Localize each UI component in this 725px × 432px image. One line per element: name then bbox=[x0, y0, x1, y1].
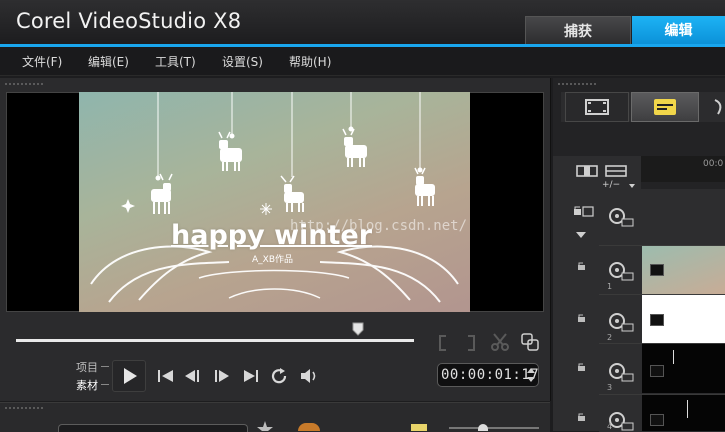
mark-out-icon[interactable] bbox=[464, 334, 480, 352]
ruler-label: 00:0 bbox=[703, 159, 724, 169]
track-number-1: 1 bbox=[607, 282, 613, 291]
star-icon[interactable] bbox=[256, 420, 274, 431]
repeat-icon[interactable] bbox=[269, 366, 291, 386]
mark-in-icon[interactable] bbox=[436, 334, 452, 352]
clip-3-thumb-icon bbox=[650, 365, 664, 377]
effect-tab-icon[interactable] bbox=[712, 98, 725, 116]
menu-edit[interactable]: 编辑(E) bbox=[88, 53, 129, 70]
app-title: Corel VideoStudio X8 bbox=[16, 9, 241, 33]
track-2-lock-icon[interactable] bbox=[577, 313, 587, 323]
video-track-icon[interactable] bbox=[607, 206, 635, 228]
mode-project[interactable]: 项目 bbox=[76, 359, 98, 375]
zoom-slider[interactable] bbox=[449, 427, 539, 429]
enlarge-preview-icon[interactable] bbox=[520, 332, 540, 352]
scrubber-handle[interactable] bbox=[352, 322, 364, 336]
frame-credit-text: A_XB作品 bbox=[252, 255, 293, 265]
collapse-tracks-icon[interactable] bbox=[575, 231, 587, 239]
track-3-lock-icon[interactable] bbox=[577, 362, 587, 372]
overlay-2-icon[interactable] bbox=[607, 311, 635, 333]
track-number-2: 2 bbox=[607, 333, 613, 342]
overlay-3-icon[interactable] bbox=[607, 361, 635, 383]
filmstrip-icon bbox=[585, 99, 609, 115]
clip-4-marker bbox=[687, 400, 688, 418]
menu-tools[interactable]: 工具(T) bbox=[155, 53, 196, 70]
previous-frame-icon[interactable] bbox=[182, 366, 204, 386]
zoom-slider-handle[interactable] bbox=[478, 424, 488, 431]
panel-grip-right[interactable] bbox=[557, 82, 597, 86]
mode-project-tick bbox=[101, 366, 109, 367]
media-tab[interactable] bbox=[565, 92, 629, 122]
track-number-3: 3 bbox=[607, 383, 613, 392]
app-title-main: Corel VideoStudio bbox=[16, 9, 207, 33]
menu-settings[interactable]: 设置(S) bbox=[222, 53, 263, 70]
title-tab[interactable] bbox=[631, 92, 699, 122]
panel-grip[interactable] bbox=[4, 82, 44, 86]
tab-edit[interactable]: 编辑 bbox=[632, 16, 725, 46]
volume-icon[interactable] bbox=[298, 366, 320, 386]
winter-decoration-image bbox=[90, 92, 459, 303]
storyboard-view-icon[interactable] bbox=[576, 164, 598, 178]
clip-1-thumb-icon bbox=[650, 264, 664, 276]
menu-file[interactable]: 文件(F) bbox=[22, 53, 62, 70]
clip-3-marker bbox=[673, 350, 674, 364]
scrubber-track[interactable] bbox=[16, 339, 414, 342]
theme-icon[interactable] bbox=[298, 423, 320, 431]
split-clip-icon[interactable] bbox=[490, 332, 510, 352]
track-1-lock-icon[interactable] bbox=[577, 261, 587, 271]
track-4-lock-icon[interactable] bbox=[577, 412, 587, 422]
go-to-start-icon[interactable] bbox=[155, 366, 177, 386]
mode-clip-tick bbox=[101, 384, 109, 385]
play-button[interactable] bbox=[112, 360, 146, 392]
clip-4-thumb-icon bbox=[650, 414, 664, 426]
preview-frame: happy winter A_XB作品 bbox=[79, 92, 470, 312]
title-icon bbox=[654, 99, 676, 115]
track-number-4: 4 bbox=[607, 422, 613, 431]
track-lock-icon[interactable] bbox=[572, 204, 594, 218]
menu-help[interactable]: 帮助(H) bbox=[289, 53, 331, 70]
clip-2-thumb-icon bbox=[650, 314, 664, 326]
tag-icon[interactable] bbox=[411, 424, 427, 431]
next-frame-icon[interactable] bbox=[211, 366, 233, 386]
timecode-stepper-icon[interactable] bbox=[525, 366, 537, 384]
overlay-1-icon[interactable] bbox=[607, 260, 635, 282]
app-title-version: X8 bbox=[213, 9, 242, 33]
go-to-end-icon[interactable] bbox=[241, 366, 263, 386]
watermark-text: http://blog.csdn.net/ bbox=[290, 218, 468, 234]
timeline-view-icon[interactable] bbox=[605, 164, 627, 178]
mode-clip[interactable]: 素材 bbox=[76, 377, 98, 393]
tab-capture[interactable]: 捕获 bbox=[525, 16, 631, 46]
panel-grip-bottom[interactable] bbox=[4, 406, 44, 410]
play-icon bbox=[124, 368, 137, 384]
